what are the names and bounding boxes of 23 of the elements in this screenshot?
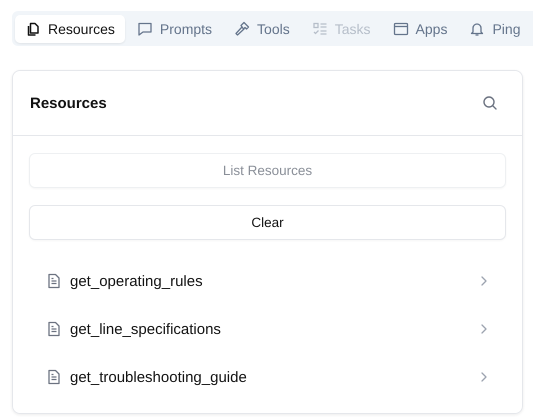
resource-item[interactable]: get_troubleshooting_guide [29, 353, 506, 401]
resource-item[interactable]: get_line_specifications [29, 305, 506, 353]
window-icon [392, 20, 409, 36]
tab[interactable]: Ping [459, 14, 530, 42]
action-button[interactable]: Clear [29, 205, 506, 240]
chevron-right-icon [480, 275, 488, 287]
chevron-right-icon [480, 371, 488, 383]
chevron-right-icon [480, 323, 488, 335]
document-icon [47, 369, 61, 385]
panel-title: Resources [30, 94, 107, 112]
checklist-icon [312, 20, 328, 36]
speech-bubble-icon [136, 20, 153, 36]
document-icon [47, 321, 61, 337]
tab[interactable]: Tools [224, 14, 300, 42]
tab[interactable]: Apps [382, 14, 458, 42]
bell-icon [469, 20, 486, 36]
document-icon [47, 273, 61, 289]
tab[interactable]: Resources [15, 14, 125, 42]
copy-icon [25, 20, 41, 36]
resource-item[interactable]: get_operating_rules [29, 257, 506, 305]
search-icon[interactable] [482, 95, 498, 111]
hammer-icon [234, 20, 250, 36]
tab[interactable]: Prompts [126, 14, 222, 42]
